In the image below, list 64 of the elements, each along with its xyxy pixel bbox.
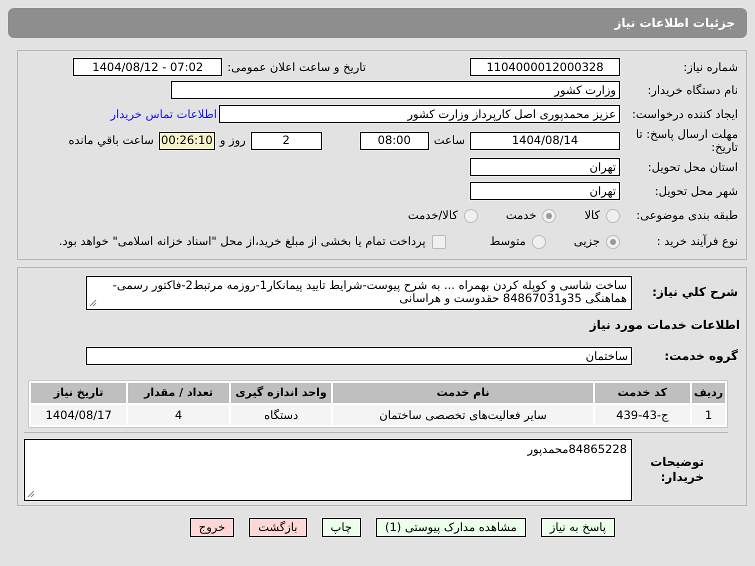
table-cell: ج-43-439: [594, 405, 690, 425]
table-cell: دستگاه: [230, 405, 332, 425]
column-header: ردیف: [692, 383, 725, 403]
action-button[interactable]: بازگشت: [249, 518, 306, 537]
checkbox[interactable]: [432, 234, 446, 248]
input-field[interactable]: وزارت کشور: [171, 81, 620, 100]
field-label: ساعت: [434, 133, 465, 148]
radio-label: جزیی: [574, 234, 600, 249]
page-title: جزئیات اطلاعات نیاز: [614, 16, 735, 30]
countdown-field[interactable]: 00:26:10: [158, 132, 215, 150]
time-field[interactable]: 08:00: [360, 132, 429, 150]
field-label: نوع فرآیند خرید :: [656, 234, 739, 249]
table-cell: 1: [692, 405, 725, 425]
input-field[interactable]: تهران: [470, 182, 620, 200]
column-header: واحد اندازه گیری: [230, 383, 332, 403]
checkbox-label: پرداخت تمام یا بخشی از مبلغ خرید،از محل "اسناد خزانه اسلامی" خواهد بود.: [58, 234, 426, 249]
field-label: استان محل تحویل:: [646, 160, 739, 174]
field-label: نام دستگاه خریدار:: [646, 83, 739, 98]
text-area-content: ساخت شاسی و کوپله کردن بهمراه ... به شرح پیوست-شرایط تایید پیمانکار1-روزمه مرتبط2-فاکتور رسمی-هماهنگی 35و84867031 حقدوست و هراسانی: [112, 278, 627, 306]
radio-label: متوسط: [490, 234, 526, 249]
input-field[interactable]: عزیز محمدپوری اصل کارپرداز وزارت کشور: [219, 104, 620, 123]
action-button[interactable]: مشاهده مدارک پیوستی (1): [376, 518, 526, 537]
resize-grip-icon[interactable]: [89, 298, 97, 306]
action-button[interactable]: خروج: [190, 518, 234, 537]
field-label: مهلت ارسال پاسخ: تا تاریخ:: [634, 128, 739, 154]
radio-button[interactable]: [542, 208, 556, 222]
contact-link[interactable]: اطلاعات تماس خریدار: [110, 106, 217, 121]
field-label: شهر محل تحویل:: [654, 184, 739, 198]
text-area-content: 84865228محمدپور: [526, 442, 627, 456]
input-field[interactable]: 1104000012000328: [470, 58, 620, 76]
text-area[interactable]: ساخت شاسی و کوپله کردن بهمراه ... به شرح پیوست-شرایط تایید پیمانکار1-روزمه مرتبط2-فاکتور رسمی-هماهنگی 35و84867031 حقدوست و هراسانی: [86, 276, 632, 310]
section-heading: اطلاعات خدمات مورد نیاز: [588, 318, 740, 332]
days-field[interactable]: 2: [250, 132, 322, 150]
field-label: گروه خدمت:: [663, 348, 739, 364]
radio-label: خدمت: [506, 208, 536, 223]
radio-label: کالا: [584, 208, 600, 223]
radio-button[interactable]: [532, 234, 546, 248]
field-label: روز و: [220, 133, 246, 148]
table-cell: 4: [128, 405, 229, 425]
field-label: تاریخ و ساعت اعلان عمومی:: [227, 60, 366, 74]
radio-button[interactable]: [606, 234, 620, 248]
field-label: شرح کلي نياز:: [651, 284, 739, 300]
action-button[interactable]: چاپ: [322, 518, 361, 537]
column-header: تاریخ نیاز: [31, 383, 126, 403]
resize-grip-icon[interactable]: [27, 490, 35, 498]
field-label: توضیحات خریدار:: [649, 454, 705, 485]
input-field[interactable]: تهران: [470, 158, 620, 176]
radio-label: کالا/خدمت: [408, 208, 458, 223]
input-field[interactable]: 1404/08/12 - 07:02: [73, 58, 222, 76]
radio-button[interactable]: [464, 208, 478, 222]
column-header: تعداد / مقدار: [128, 383, 229, 403]
table-cell: 1404/08/17: [31, 405, 126, 425]
field-label: ساعت باقي مانده: [68, 133, 154, 148]
action-button[interactable]: پاسخ به نیاز: [540, 518, 615, 537]
radio-button[interactable]: [606, 208, 620, 222]
table-cell: سایر فعالیت‌های تخصصی ساختمان: [333, 405, 593, 425]
text-area[interactable]: 84865228محمدپور: [24, 439, 632, 501]
field-label: ایجاد کننده درخواست:: [631, 106, 739, 121]
column-header: کد خدمت: [594, 383, 690, 403]
input-field[interactable]: ساختمان: [86, 347, 632, 366]
field-label: شماره نیاز:: [682, 60, 739, 74]
column-header: نام خدمت: [333, 383, 593, 403]
field-label: طبقه بندی موضوعی:: [635, 208, 739, 223]
date-field[interactable]: 1404/08/14: [470, 132, 620, 150]
